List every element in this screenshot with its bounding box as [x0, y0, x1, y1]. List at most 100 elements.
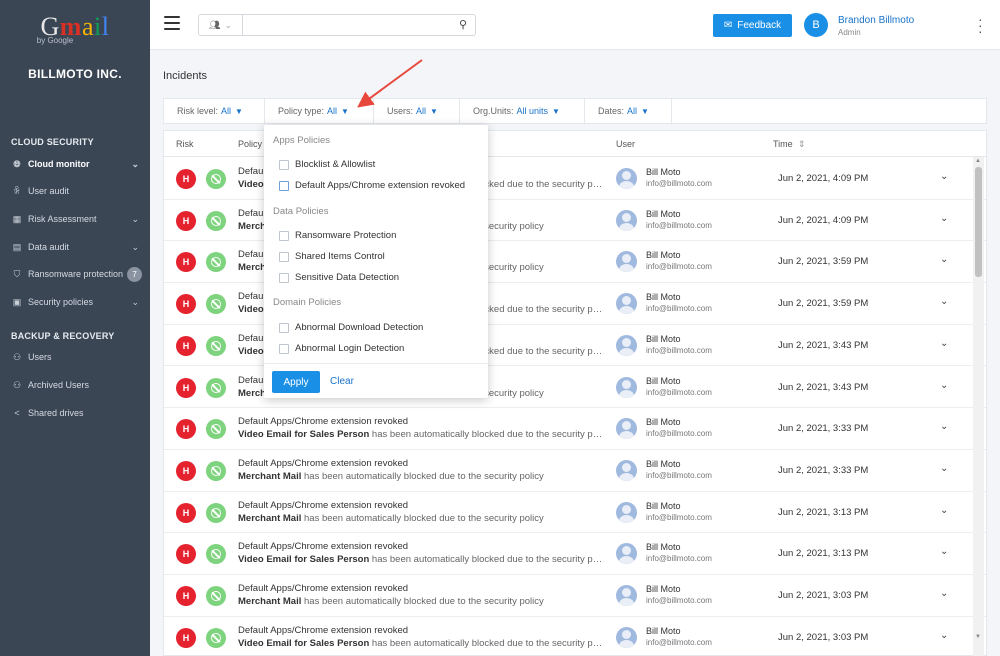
- option-default-apps-revoked[interactable]: Default Apps/Chrome extension revoked: [279, 180, 465, 191]
- column-user[interactable]: User: [616, 139, 635, 149]
- incident-message: has been automatically blocked due to th…: [369, 429, 604, 441]
- filter-risk-level[interactable]: Risk level: All ▼: [164, 99, 265, 123]
- sidebar-item-ransomware-protection[interactable]: ⛉ Ransomware protection 7: [0, 263, 150, 285]
- expand-chevron-icon[interactable]: ⌄: [940, 171, 948, 182]
- column-time[interactable]: Time: [773, 139, 793, 149]
- incident-time: Jun 2, 2021, 4:09 PM: [778, 173, 869, 184]
- option-abnormal-login-detection[interactable]: Abnormal Login Detection: [279, 343, 404, 354]
- chevron-down-icon: ⌄: [131, 241, 139, 252]
- checkbox[interactable]: [279, 272, 289, 283]
- incident-time: Jun 2, 2021, 3:43 PM: [778, 339, 869, 351]
- expand-chevron-icon[interactable]: ⌄: [940, 630, 948, 641]
- incident-time: Jun 2, 2021, 3:43 PM: [778, 381, 869, 393]
- table-row[interactable]: HDefault Apps/Chrome extension revokedVi…: [164, 408, 986, 450]
- option-sensitive-data-detection[interactable]: Sensitive Data Detection: [279, 272, 399, 283]
- blocked-status-icon: [206, 210, 226, 231]
- table-row[interactable]: H Default Apps/Chrome extension revoked Me…: [164, 450, 986, 492]
- checkbox[interactable]: [279, 180, 289, 191]
- risk-high-badge: H: [176, 294, 196, 315]
- feedback-label: Feedback: [737, 20, 782, 31]
- expand-chevron-icon[interactable]: ⌄: [940, 588, 948, 599]
- search-scope-dropdown[interactable]: 👥︎ ⌄: [199, 15, 243, 35]
- search-icon[interactable]: ⚲: [459, 18, 467, 31]
- filter-label: Org.Units:: [473, 106, 514, 116]
- sidebar-item-risk-assessment[interactable]: ▦ Risk Assessment ⌄: [0, 208, 150, 230]
- incident-time: Jun 2, 2021, 3:59 PM: [778, 256, 869, 268]
- user-name: Bill Moto: [646, 625, 681, 636]
- search-input[interactable]: [245, 16, 445, 34]
- globe-icon: 🌐︎: [13, 158, 21, 169]
- expand-chevron-icon[interactable]: ⌄: [940, 505, 948, 516]
- shield-icon: ⛉: [13, 268, 21, 279]
- sidebar: Gmail by Google BILLMOTO INC. CLOUD SECU…: [0, 0, 150, 656]
- feedback-button[interactable]: ✉︎ Feedback: [713, 14, 792, 37]
- scroll-down-icon[interactable]: ▼: [975, 634, 981, 640]
- incident-description: Merchant Mail has been automatically blo…: [238, 471, 604, 482]
- risk-high-badge: H: [176, 460, 196, 481]
- scrollbar[interactable]: ▲ ▼: [973, 157, 984, 656]
- clear-link[interactable]: Clear: [330, 376, 354, 387]
- expand-chevron-icon[interactable]: ⌄: [940, 338, 948, 349]
- checkbox[interactable]: [279, 251, 289, 262]
- option-label: Abnormal Download Detection: [295, 322, 424, 333]
- expand-chevron-icon[interactable]: ⌄: [940, 421, 948, 432]
- table-row[interactable]: HDefault Apps/Chrome extension revokedMe…: [164, 492, 986, 534]
- checkbox[interactable]: [279, 230, 289, 241]
- filter-dates[interactable]: Dates: All ▼: [585, 99, 672, 123]
- hamburger-menu-icon[interactable]: [164, 16, 180, 30]
- scroll-up-icon[interactable]: ▲: [975, 158, 981, 164]
- sidebar-item-label: Risk Assessment: [28, 214, 97, 224]
- policy-name: Default Apps/Chrome extension revoked: [238, 457, 409, 469]
- checkbox[interactable]: [279, 343, 289, 354]
- table-row[interactable]: HDefault Apps/Chrome extension revokedVi…: [164, 533, 986, 575]
- sidebar-item-label: Ransomware protection: [28, 269, 124, 279]
- sidebar-item-cloud-monitor[interactable]: 🌐︎ Cloud monitor ⌄: [0, 153, 150, 175]
- user-name: Bill Moto: [646, 500, 681, 511]
- expand-chevron-icon[interactable]: ⌄: [940, 380, 948, 391]
- more-vert-icon[interactable]: · · ·: [978, 12, 983, 38]
- option-abnormal-download-detection[interactable]: Abnormal Download Detection: [279, 322, 423, 333]
- option-blocklist-allowlist[interactable]: Blocklist & Allowlist: [279, 159, 375, 170]
- user-email: info@billmoto.com: [646, 179, 712, 188]
- sort-icon[interactable]: ⇕: [798, 139, 806, 150]
- filter-value: All: [327, 106, 338, 116]
- checkbox[interactable]: [279, 322, 289, 333]
- expand-chevron-icon[interactable]: ⌄: [940, 546, 948, 557]
- table-row[interactable]: HDefault Apps/Chrome extension revokedVi…: [164, 617, 986, 655]
- filter-org-units[interactable]: Org.Units: All units ▼: [460, 99, 585, 123]
- sidebar-item-data-audit[interactable]: ▤ Data audit ⌄: [0, 236, 150, 258]
- filter-policy-type[interactable]: Policy type: All ▼: [265, 99, 374, 123]
- filter-users[interactable]: Users: All ▼: [374, 99, 460, 123]
- expand-chevron-icon[interactable]: ⌄: [940, 463, 948, 474]
- policy-name: Default Apps/Chrome extension revoked: [238, 416, 409, 428]
- expand-chevron-icon[interactable]: ⌄: [940, 254, 948, 265]
- target-app: Video Email for Sales Person: [238, 637, 370, 649]
- user-avatar: [616, 543, 637, 565]
- caret-down-icon: ▼: [341, 106, 349, 116]
- user-avatar: [616, 251, 637, 273]
- avatar[interactable]: B: [804, 13, 828, 37]
- user-email: info@billmoto.com: [646, 262, 712, 272]
- user-email: info@billmoto.com: [646, 470, 712, 480]
- incident-message: has been automatically blocked due to th…: [301, 470, 544, 482]
- user-name[interactable]: Brandon Billmoto: [838, 15, 914, 26]
- sidebar-item-user-audit[interactable]: ꆜ User audit: [0, 180, 150, 202]
- expand-chevron-icon[interactable]: ⌄: [940, 213, 948, 224]
- option-ransomware-protection[interactable]: Ransomware Protection: [279, 230, 396, 241]
- dropdown-section-title: Domain Policies: [273, 297, 342, 308]
- sidebar-item-archived-users[interactable]: ⚇ Archived Users: [0, 374, 150, 396]
- policy-name: Default Apps/Chrome extension revoked: [238, 624, 409, 636]
- column-policy[interactable]: Policy: [238, 139, 262, 149]
- expand-chevron-icon[interactable]: ⌄: [940, 296, 948, 307]
- scrollbar-thumb[interactable]: [975, 167, 982, 277]
- page-title: Incidents: [163, 70, 208, 82]
- apply-button[interactable]: Apply: [272, 371, 320, 393]
- table-row[interactable]: HDefault Apps/Chrome extension revokedMe…: [164, 575, 986, 617]
- checkbox[interactable]: [279, 159, 289, 170]
- sidebar-item-shared-drives[interactable]: < Shared drives: [0, 402, 150, 424]
- user-avatar: [616, 376, 637, 398]
- option-shared-items-control[interactable]: Shared Items Control: [279, 251, 385, 262]
- sidebar-item-users[interactable]: ⚇ Users: [0, 346, 150, 368]
- sidebar-item-security-policies[interactable]: ▣ Security policies ⌄: [0, 291, 150, 313]
- incident-time: Jun 2, 2021, 3:13 PM: [778, 506, 869, 518]
